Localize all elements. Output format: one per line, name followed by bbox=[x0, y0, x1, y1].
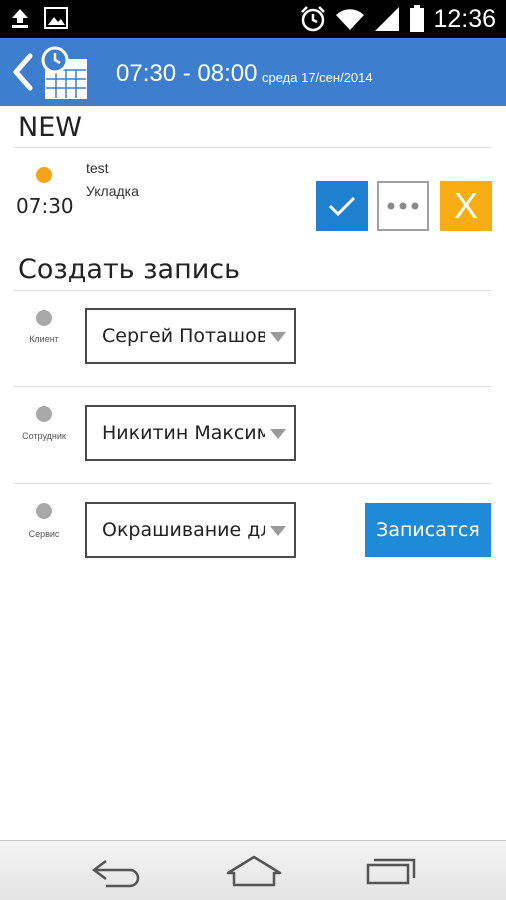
image-icon bbox=[44, 7, 68, 29]
back-icon[interactable] bbox=[10, 52, 36, 92]
status-time: 12:36 bbox=[433, 4, 496, 33]
field-dot bbox=[36, 503, 52, 519]
chevron-down-icon bbox=[270, 332, 286, 342]
employee-select[interactable]: Никитин Максим bbox=[85, 405, 296, 461]
wifi-icon bbox=[336, 9, 365, 31]
more-button[interactable] bbox=[377, 181, 429, 231]
entry-client-name: test bbox=[86, 160, 109, 176]
field-dot bbox=[36, 310, 52, 326]
check-icon bbox=[328, 196, 356, 217]
entry-service-name: Укладка bbox=[86, 183, 139, 199]
divider bbox=[14, 483, 491, 484]
header-date: среда 17/сен/2014 bbox=[262, 70, 373, 85]
upload-icon bbox=[12, 9, 28, 28]
confirm-button[interactable] bbox=[316, 181, 368, 231]
new-section-title: NEW bbox=[18, 112, 82, 143]
service-value: Окрашивание длинных волос bbox=[102, 519, 265, 541]
signal-icon bbox=[375, 7, 400, 31]
service-label: Сервис bbox=[28, 529, 60, 539]
more-dots-icon bbox=[387, 202, 419, 210]
entry-time: 07:30 bbox=[16, 194, 74, 218]
header-time-range: 07:30 - 08:00 bbox=[116, 60, 258, 87]
chevron-down-icon bbox=[270, 429, 286, 439]
calendar-clock-icon bbox=[41, 46, 87, 99]
status-dot bbox=[36, 167, 52, 183]
back-arrow-icon[interactable] bbox=[86, 853, 146, 889]
app-header: 07:30 - 08:00 среда 17/сен/2014 bbox=[0, 38, 506, 106]
alarm-icon bbox=[301, 6, 326, 32]
divider bbox=[14, 290, 491, 291]
client-label: Клиент bbox=[29, 334, 59, 344]
client-select[interactable]: Сергей Поташов bbox=[85, 308, 296, 364]
divider bbox=[14, 147, 491, 148]
divider bbox=[14, 386, 491, 387]
create-section-title: Создать запись bbox=[18, 254, 241, 285]
service-select[interactable]: Окрашивание длинных волос bbox=[85, 502, 296, 558]
client-value: Сергей Поташов bbox=[102, 325, 265, 347]
home-icon[interactable] bbox=[224, 853, 284, 889]
field-dot bbox=[36, 406, 52, 422]
submit-button[interactable]: Записатся bbox=[365, 503, 491, 557]
system-nav-bar bbox=[0, 840, 506, 900]
cancel-button[interactable]: X bbox=[440, 181, 492, 231]
recent-apps-icon[interactable] bbox=[362, 853, 422, 889]
status-bar: 12:36 bbox=[0, 0, 506, 38]
employee-value: Никитин Максим bbox=[102, 422, 265, 444]
battery-icon bbox=[410, 5, 425, 32]
chevron-down-icon bbox=[270, 526, 286, 536]
employee-label: Сотрудник bbox=[22, 431, 66, 441]
